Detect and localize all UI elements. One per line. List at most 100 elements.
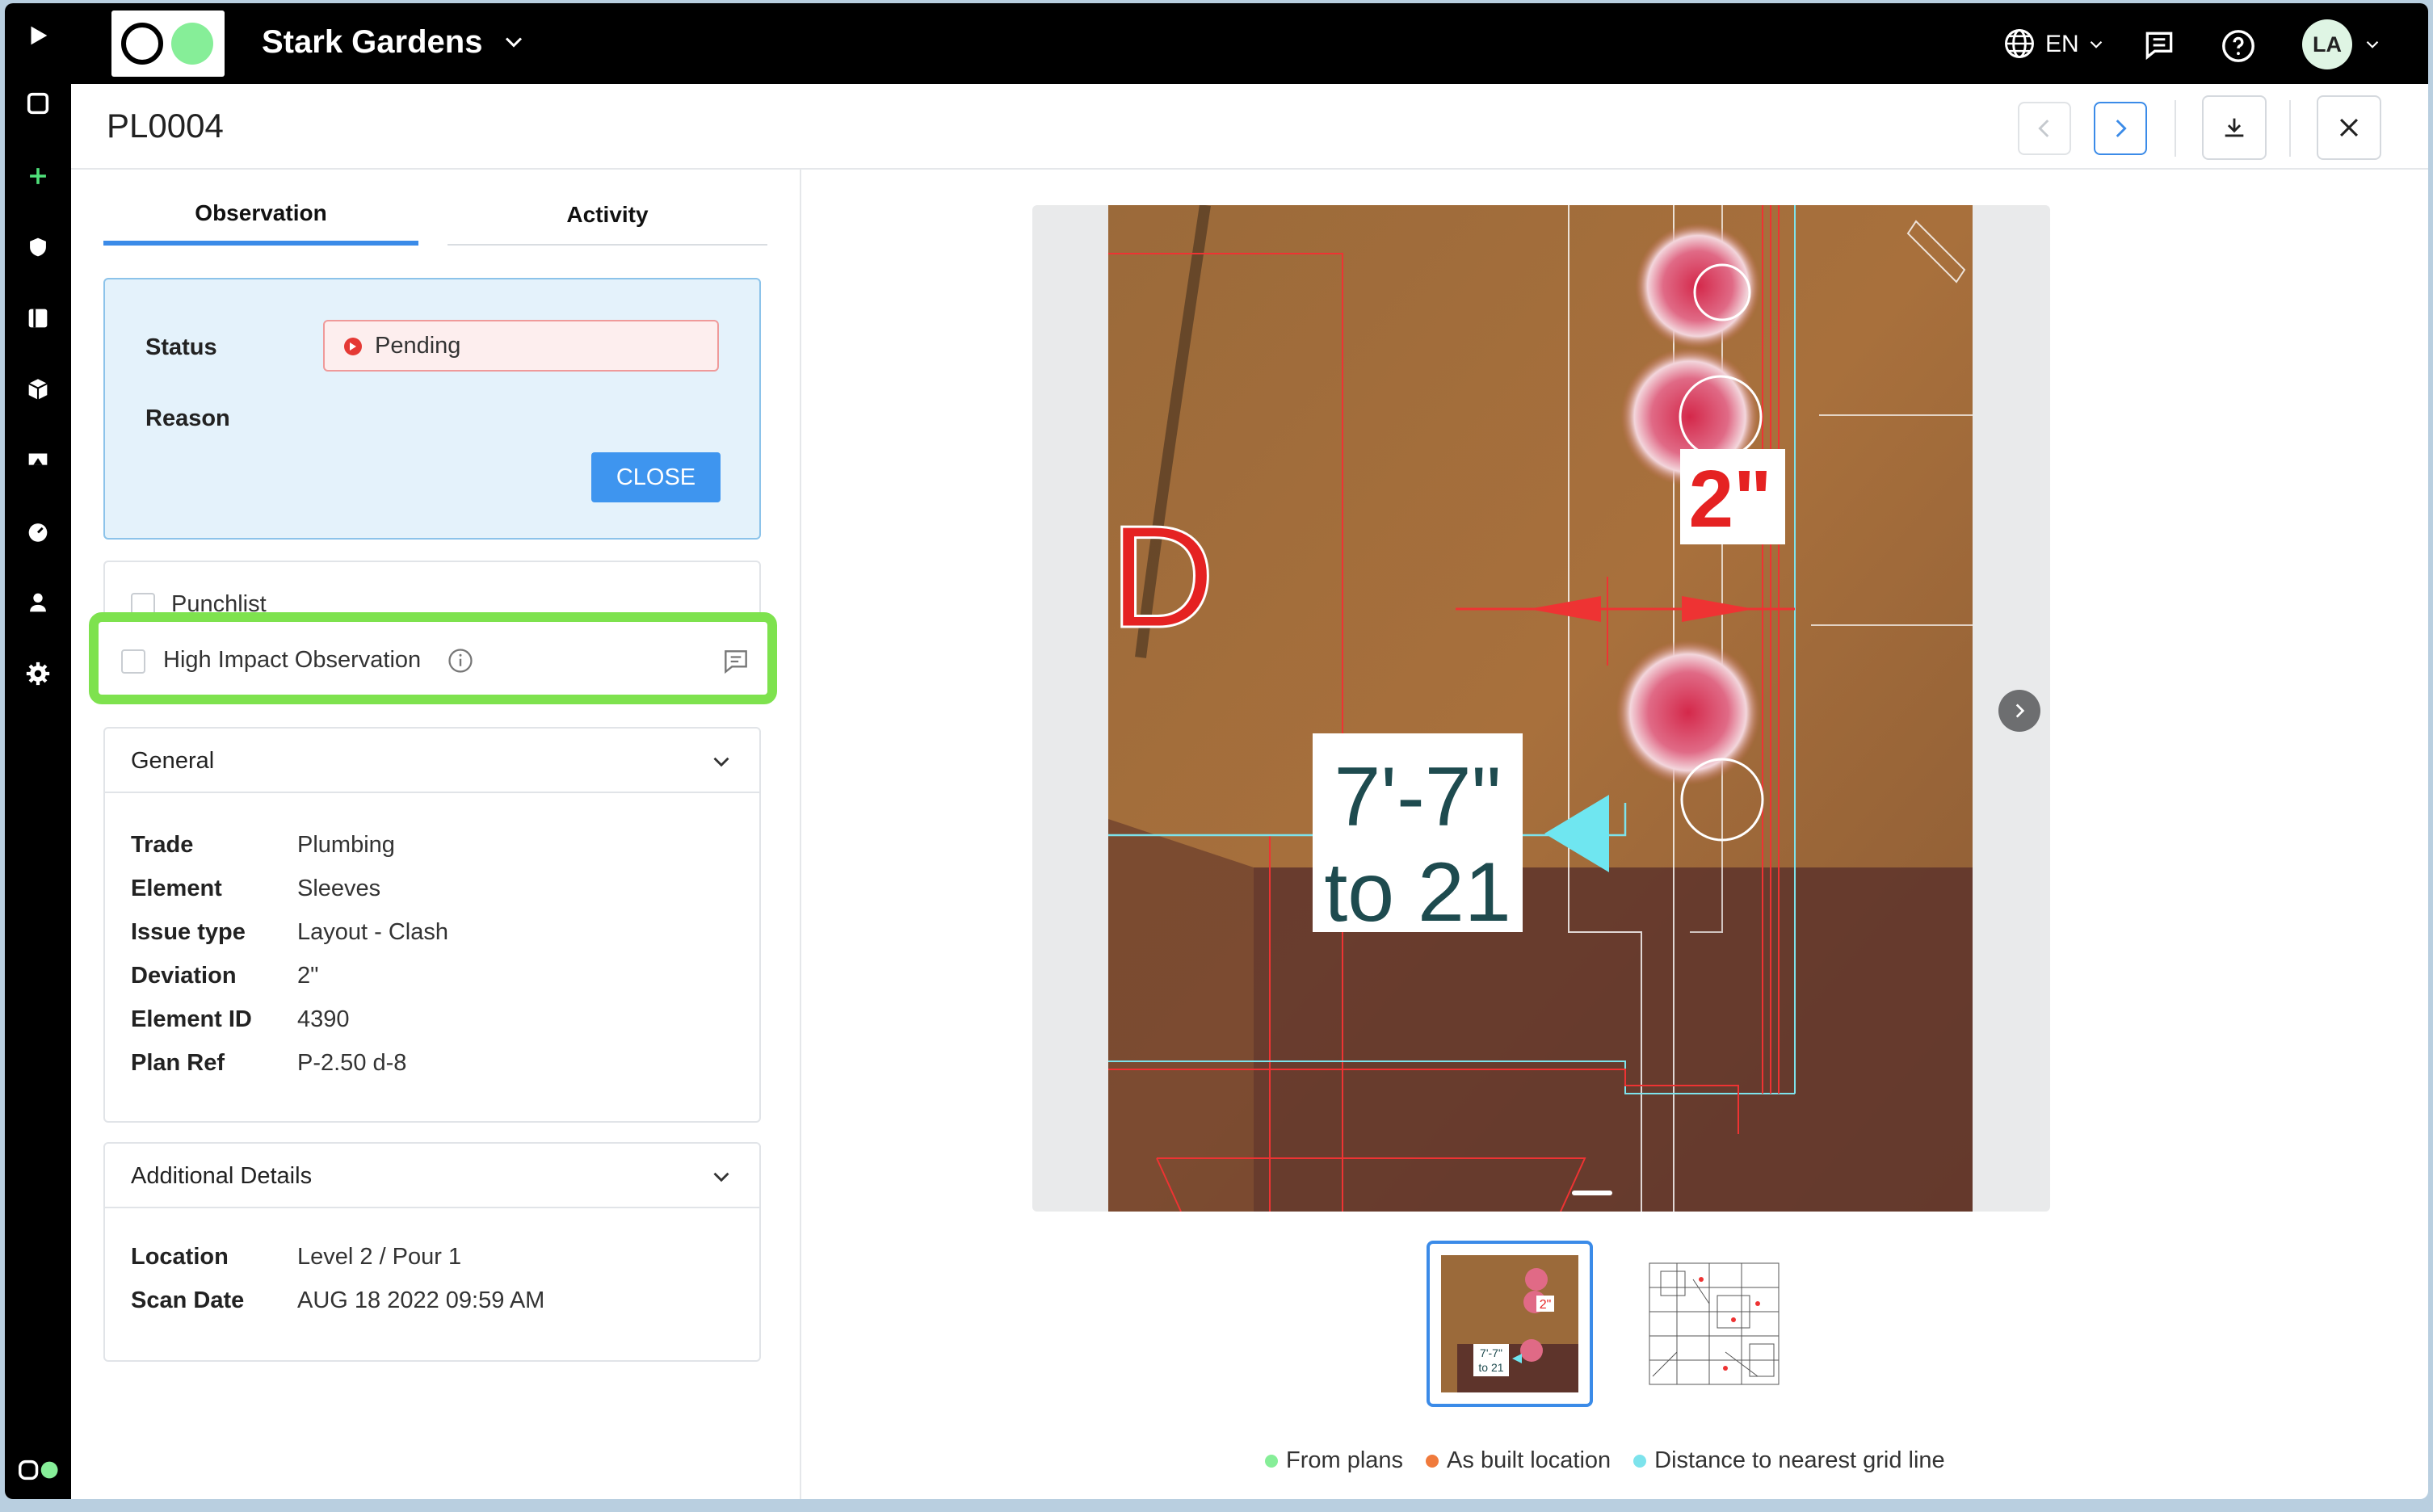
status-select[interactable]: Pending bbox=[323, 320, 719, 372]
distance-label-line2: to 21 bbox=[1324, 846, 1511, 939]
chat-icon[interactable] bbox=[2141, 27, 2178, 63]
grid-label: D bbox=[1110, 496, 1215, 658]
thumbnail-plan-image bbox=[1645, 1255, 1782, 1392]
legend-label: Distance to nearest grid line bbox=[1654, 1447, 1945, 1473]
close-panel-button[interactable] bbox=[2317, 95, 2381, 160]
info-icon[interactable] bbox=[446, 646, 475, 675]
download-button[interactable] bbox=[2202, 95, 2267, 160]
reason-label: Reason bbox=[145, 405, 230, 431]
language-selector[interactable]: EN bbox=[2045, 31, 2079, 58]
status-card: Status Pending Reason CLOSE bbox=[103, 278, 761, 540]
details-panel: Observation Activity Status Pending Reas… bbox=[71, 170, 801, 1499]
legend-item-as-built: As built location bbox=[1426, 1447, 1611, 1474]
thumbnail-overlay-image: 7'-7" to 21 2" bbox=[1441, 1255, 1578, 1392]
distance-label-line1: 7'-7" bbox=[1334, 750, 1501, 844]
download-icon bbox=[2225, 118, 2244, 137]
page-title: PL0004 bbox=[107, 107, 224, 145]
high-impact-checkbox[interactable] bbox=[121, 649, 145, 674]
tab-observation[interactable]: Observation bbox=[103, 194, 418, 246]
top-bar: Stark Gardens EN LA bbox=[71, 3, 2428, 84]
brand-mini-icon bbox=[18, 1454, 61, 1486]
shield-icon[interactable] bbox=[22, 231, 54, 263]
section-title: General bbox=[131, 748, 215, 774]
next-button[interactable] bbox=[2094, 102, 2147, 155]
close-observation-button[interactable]: CLOSE bbox=[591, 452, 721, 502]
element-id-key: Element ID bbox=[131, 1006, 252, 1032]
scan-date-value: AUG 18 2022 09:59 AM bbox=[297, 1287, 545, 1313]
chevron-right-icon bbox=[2015, 704, 2025, 718]
legend-label: From plans bbox=[1286, 1447, 1404, 1473]
chevron-right-icon bbox=[2116, 120, 2127, 137]
cube-icon[interactable] bbox=[22, 373, 54, 405]
high-impact-row: High Impact Observation bbox=[89, 612, 777, 704]
list-icon[interactable] bbox=[22, 302, 54, 334]
close-icon bbox=[2339, 118, 2359, 137]
scan-overlay-image[interactable]: 2" D 7'-7" to 21 bbox=[1108, 205, 1973, 1212]
section-title: Additional Details bbox=[131, 1163, 313, 1189]
element-value: Sleeves bbox=[297, 876, 381, 901]
deviation-value: 2" bbox=[297, 963, 319, 989]
play-icon[interactable] bbox=[22, 19, 54, 52]
gear-icon[interactable] bbox=[22, 657, 54, 690]
legend-dot bbox=[1265, 1454, 1278, 1468]
help-icon[interactable] bbox=[2220, 27, 2257, 65]
status-pending-icon bbox=[344, 338, 362, 355]
legend-dot bbox=[1426, 1454, 1439, 1468]
thumbnail-deviation-label: 2" bbox=[1540, 1298, 1552, 1312]
chevron-down-icon bbox=[713, 1172, 729, 1182]
general-section: General Trade Plumbing Element Sleeves I… bbox=[103, 727, 761, 1123]
globe-icon[interactable] bbox=[2002, 26, 2037, 61]
brand-logo[interactable] bbox=[111, 10, 225, 77]
trade-value: Plumbing bbox=[297, 832, 395, 858]
general-section-header[interactable]: General bbox=[105, 729, 759, 793]
element-id-value: 4390 bbox=[297, 1006, 350, 1032]
thumbnail-distance-line2: to 21 bbox=[1478, 1361, 1503, 1374]
dashboard-icon[interactable] bbox=[22, 515, 54, 548]
legend-item-from-plans: From plans bbox=[1265, 1447, 1403, 1474]
additional-details-section: Additional Details Location Level 2 / Po… bbox=[103, 1142, 761, 1362]
plan-ref-value: P-2.50 d-8 bbox=[297, 1050, 407, 1076]
status-value: Pending bbox=[375, 333, 461, 359]
status-label: Status bbox=[145, 334, 217, 360]
image-scroll-indicator[interactable] bbox=[1572, 1191, 1612, 1195]
scan-date-key: Scan Date bbox=[131, 1287, 245, 1313]
tab-activity[interactable]: Activity bbox=[448, 194, 767, 246]
issue-type-value: Layout - Clash bbox=[297, 919, 448, 945]
avatar[interactable]: LA bbox=[2302, 19, 2352, 69]
flag-icon[interactable] bbox=[22, 444, 54, 477]
chevron-down-icon bbox=[713, 757, 729, 767]
legend-dot bbox=[1633, 1454, 1647, 1468]
legend-item-distance: Distance to nearest grid line bbox=[1633, 1447, 1945, 1474]
trade-key: Trade bbox=[131, 832, 194, 858]
chevron-down-icon[interactable] bbox=[499, 27, 528, 57]
project-name[interactable]: Stark Gardens bbox=[262, 24, 482, 61]
deviation-label: 2" bbox=[1688, 454, 1771, 544]
legend: From plans As built location Distance to… bbox=[1265, 1447, 2073, 1474]
user-icon[interactable] bbox=[22, 586, 54, 619]
chevron-down-icon[interactable] bbox=[2086, 34, 2107, 55]
high-impact-label: High Impact Observation bbox=[163, 647, 422, 673]
app-window: Stark Gardens EN LA PL0004 Observation A… bbox=[5, 3, 2428, 1499]
observation-header: PL0004 bbox=[71, 84, 2428, 170]
divider bbox=[2289, 100, 2291, 157]
thumbnail-distance-line1: 7'-7" bbox=[1480, 1346, 1502, 1359]
location-key: Location bbox=[131, 1244, 229, 1270]
issue-type-key: Issue type bbox=[131, 919, 246, 945]
plus-icon[interactable] bbox=[22, 160, 54, 192]
viewer-next-button[interactable] bbox=[1998, 690, 2040, 732]
thumbnail-plan[interactable] bbox=[1630, 1241, 1796, 1407]
plan-ref-key: Plan Ref bbox=[131, 1050, 225, 1076]
previous-button[interactable] bbox=[2018, 102, 2071, 155]
left-rail bbox=[5, 3, 71, 1499]
element-key: Element bbox=[131, 876, 222, 901]
thumbnail-overlay[interactable]: 7'-7" to 21 2" bbox=[1427, 1241, 1593, 1407]
additional-section-header[interactable]: Additional Details bbox=[105, 1144, 759, 1208]
divider bbox=[2175, 100, 2176, 157]
comment-icon[interactable] bbox=[721, 646, 751, 677]
chevron-left-icon bbox=[2038, 120, 2049, 137]
image-viewer[interactable]: 2" D 7'-7" to 21 bbox=[1032, 205, 2050, 1212]
legend-label: As built location bbox=[1447, 1447, 1611, 1473]
square-icon[interactable] bbox=[22, 87, 54, 120]
location-value: Level 2 / Pour 1 bbox=[297, 1244, 462, 1270]
chevron-down-icon[interactable] bbox=[2362, 34, 2383, 55]
